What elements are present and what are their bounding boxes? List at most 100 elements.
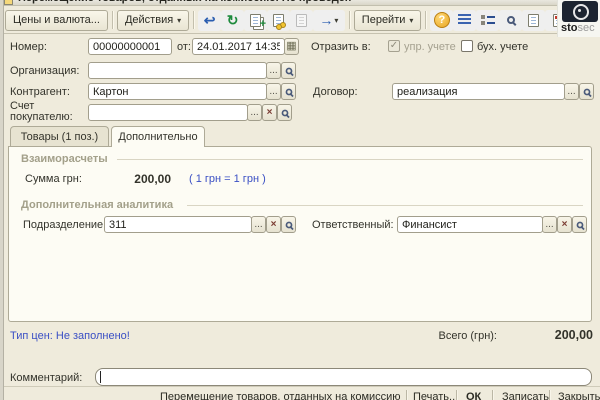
find-in-list-button[interactable] — [499, 10, 522, 31]
reread-button[interactable]: ↩ — [198, 10, 221, 31]
actions-menu-button[interactable]: Действия ▾ — [117, 10, 189, 31]
group-line — [117, 159, 583, 160]
subordination-list-button[interactable] — [453, 10, 476, 31]
responsible-input[interactable] — [397, 216, 543, 233]
organization-label: Организация: — [10, 65, 79, 77]
unpost-document-button[interactable] — [290, 10, 313, 31]
comment-input[interactable] — [95, 368, 592, 386]
invoice-clear-button[interactable]: × — [262, 104, 277, 121]
invoice-input[interactable] — [88, 104, 248, 121]
counterparty-select-button[interactable]: ... — [266, 83, 281, 100]
counterparty-label: Контрагент: — [10, 86, 70, 98]
sum-value: 200,00 — [99, 172, 171, 186]
settlements-header: Взаиморасчеты — [21, 153, 108, 165]
responsible-select-button[interactable]: ... — [542, 216, 557, 233]
mgmt-accounting-checkbox[interactable]: ✓ — [388, 40, 400, 52]
additional-tab-panel: Взаиморасчеты Сумма грн: 200,00 ( 1 грн … — [8, 146, 592, 322]
copy-icon: + — [250, 14, 261, 27]
structure-button[interactable] — [476, 10, 499, 31]
contract-open-button[interactable] — [579, 83, 594, 100]
ok-button[interactable]: ОК — [466, 391, 481, 400]
doc-action-button[interactable]: Перемещение товаров, отданных на комисси… — [160, 391, 401, 400]
bar-separator — [549, 390, 550, 400]
magnifier-icon — [285, 88, 292, 95]
invoice-label: Счет покупателю: — [10, 101, 86, 123]
list-icon — [458, 14, 471, 26]
toolbar-separator — [112, 11, 113, 29]
counterparty-open-button[interactable] — [281, 83, 296, 100]
post-document-icon — [273, 14, 284, 27]
magnifier-icon — [576, 221, 583, 228]
mgmt-accounting-label: упр. учете — [404, 41, 456, 53]
invoice-open-button[interactable] — [277, 104, 292, 121]
document-window: Перемещение товаров, отданных на комисси… — [0, 0, 600, 400]
calendar-button[interactable]: ▦ — [284, 38, 299, 55]
go-menu-button[interactable]: Перейти ▾ — [354, 10, 422, 31]
department-input[interactable] — [104, 216, 252, 233]
structure-icon — [481, 14, 495, 26]
unpost-document-icon — [296, 14, 307, 27]
chevron-down-icon: ▾ — [177, 16, 181, 25]
responsible-label: Ответственный: — [312, 219, 394, 231]
number-label: Номер: — [10, 41, 47, 53]
help-icon: ? — [434, 12, 450, 28]
stosec-logo-icon — [562, 1, 598, 22]
toolbar-separator — [425, 11, 426, 29]
chevron-down-icon: ▾ — [409, 16, 413, 25]
window-edge — [0, 0, 4, 400]
text-caret — [100, 371, 101, 383]
department-label: Подразделение: — [23, 219, 106, 231]
bar-separator — [492, 390, 493, 400]
close-button[interactable]: Закрыть — [558, 391, 600, 400]
window-title: Перемещение товаров, отданных на комисси… — [18, 0, 351, 4]
report-button[interactable] — [522, 10, 545, 31]
magnifier-icon — [281, 109, 288, 116]
number-input[interactable] — [88, 38, 172, 55]
bottom-button-bar: Перемещение товаров, отданных на комисси… — [0, 386, 600, 400]
contract-select-button[interactable]: ... — [564, 83, 579, 100]
counterparty-input[interactable] — [88, 83, 267, 100]
movements-arrow-icon: → — [319, 12, 333, 28]
refresh-icon: ↻ — [227, 12, 239, 29]
responsible-open-button[interactable] — [572, 216, 587, 233]
toolbar-separator — [349, 11, 350, 29]
total-value: 200,00 — [540, 328, 593, 342]
help-button[interactable]: ? — [430, 10, 453, 31]
tab-goods[interactable]: Товары (1 поз.) — [10, 126, 109, 146]
department-open-button[interactable] — [281, 216, 296, 233]
date-input[interactable] — [192, 38, 285, 55]
bar-separator — [406, 390, 407, 400]
department-clear-button[interactable]: × — [266, 216, 281, 233]
price-type-warning[interactable]: Тип цен: Не заполнено! — [10, 330, 130, 342]
stosec-watermark: stosec — [557, 0, 600, 37]
tab-additional[interactable]: Дополнительно — [111, 126, 205, 147]
contract-input[interactable] — [392, 83, 565, 100]
title-bar: Перемещение товаров, отданных на комисси… — [0, 0, 600, 6]
post-document-button[interactable] — [267, 10, 290, 31]
toolbar: Цены и валюта... Действия ▾ ↩ ↻ + → ▾ Пе… — [0, 7, 600, 34]
magnifier-icon — [583, 88, 590, 95]
invoice-select-button[interactable]: ... — [247, 104, 262, 121]
organization-open-button[interactable] — [281, 62, 296, 79]
brand-bold: sto — [561, 22, 578, 34]
print-button[interactable]: Печать... — [413, 391, 458, 400]
refresh-button[interactable]: ↻ — [221, 10, 244, 31]
contract-label: Договор: — [313, 86, 358, 98]
report-document-icon — [528, 14, 539, 27]
prices-currency-button[interactable]: Цены и валюта... — [5, 10, 108, 31]
toolbar-separator — [193, 11, 194, 29]
sum-label: Сумма грн: — [25, 173, 82, 185]
save-button[interactable]: Записать — [502, 391, 549, 400]
group-line — [187, 205, 583, 206]
date-label: от: — [177, 41, 191, 53]
department-select-button[interactable]: ... — [251, 216, 266, 233]
document-icon — [4, 0, 13, 5]
rate-note: ( 1 грн = 1 грн ) — [189, 173, 266, 185]
copy-document-button[interactable]: + — [244, 10, 267, 31]
responsible-clear-button[interactable]: × — [557, 216, 572, 233]
document-movements-button[interactable]: → ▾ — [313, 10, 345, 31]
organization-select-button[interactable]: ... — [266, 62, 281, 79]
organization-input[interactable] — [88, 62, 267, 79]
total-label: Всего (грн): — [420, 330, 497, 342]
buh-accounting-checkbox[interactable] — [461, 40, 473, 52]
